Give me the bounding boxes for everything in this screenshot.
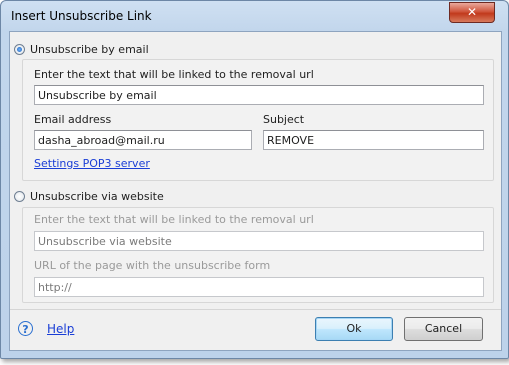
website-link-text-input[interactable]: Unsubscribe via website [34,231,484,251]
email-address-label: Email address [34,113,112,126]
ok-button[interactable]: Ok [315,317,393,341]
close-icon: ✕ [466,5,478,19]
radio-website[interactable] [14,191,25,202]
email-options-group: Enter the text that will be linked to th… [22,59,494,181]
email-address-input[interactable]: dasha_abroad@mail.ru [34,130,252,150]
website-options-group: Enter the text that will be linked to th… [22,207,494,303]
help-link[interactable]: Help [47,322,74,336]
unsubscribe-url-input[interactable]: http:// [34,277,484,297]
dialog-body: Unsubscribe by email Enter the text that… [9,31,502,351]
subject-label: Subject [263,113,305,126]
title-bar[interactable]: Insert Unsubscribe Link ✕ [1,1,508,29]
footer-divider [10,309,501,310]
close-button[interactable]: ✕ [449,2,495,23]
cancel-button[interactable]: Cancel [404,317,483,341]
email-link-text-input[interactable]: Unsubscribe by email [34,85,484,105]
unsubscribe-website-option[interactable]: Unsubscribe via website [14,190,164,203]
email-link-text-label: Enter the text that will be linked to th… [34,68,314,81]
radio-email-label: Unsubscribe by email [30,43,149,56]
radio-website-label: Unsubscribe via website [30,190,164,203]
website-link-text-label: Enter the text that will be linked to th… [34,213,314,226]
radio-email[interactable] [14,44,25,55]
help-icon[interactable]: ? [18,321,33,336]
settings-pop3-link[interactable]: Settings POP3 server [34,157,150,170]
subject-input[interactable]: REMOVE [263,130,484,150]
unsubscribe-email-option[interactable]: Unsubscribe by email [14,43,149,56]
dialog-window: Insert Unsubscribe Link ✕ Unsubscribe by… [0,0,509,359]
unsubscribe-url-label: URL of the page with the unsubscribe for… [34,259,271,272]
window-title: Insert Unsubscribe Link [11,9,152,23]
